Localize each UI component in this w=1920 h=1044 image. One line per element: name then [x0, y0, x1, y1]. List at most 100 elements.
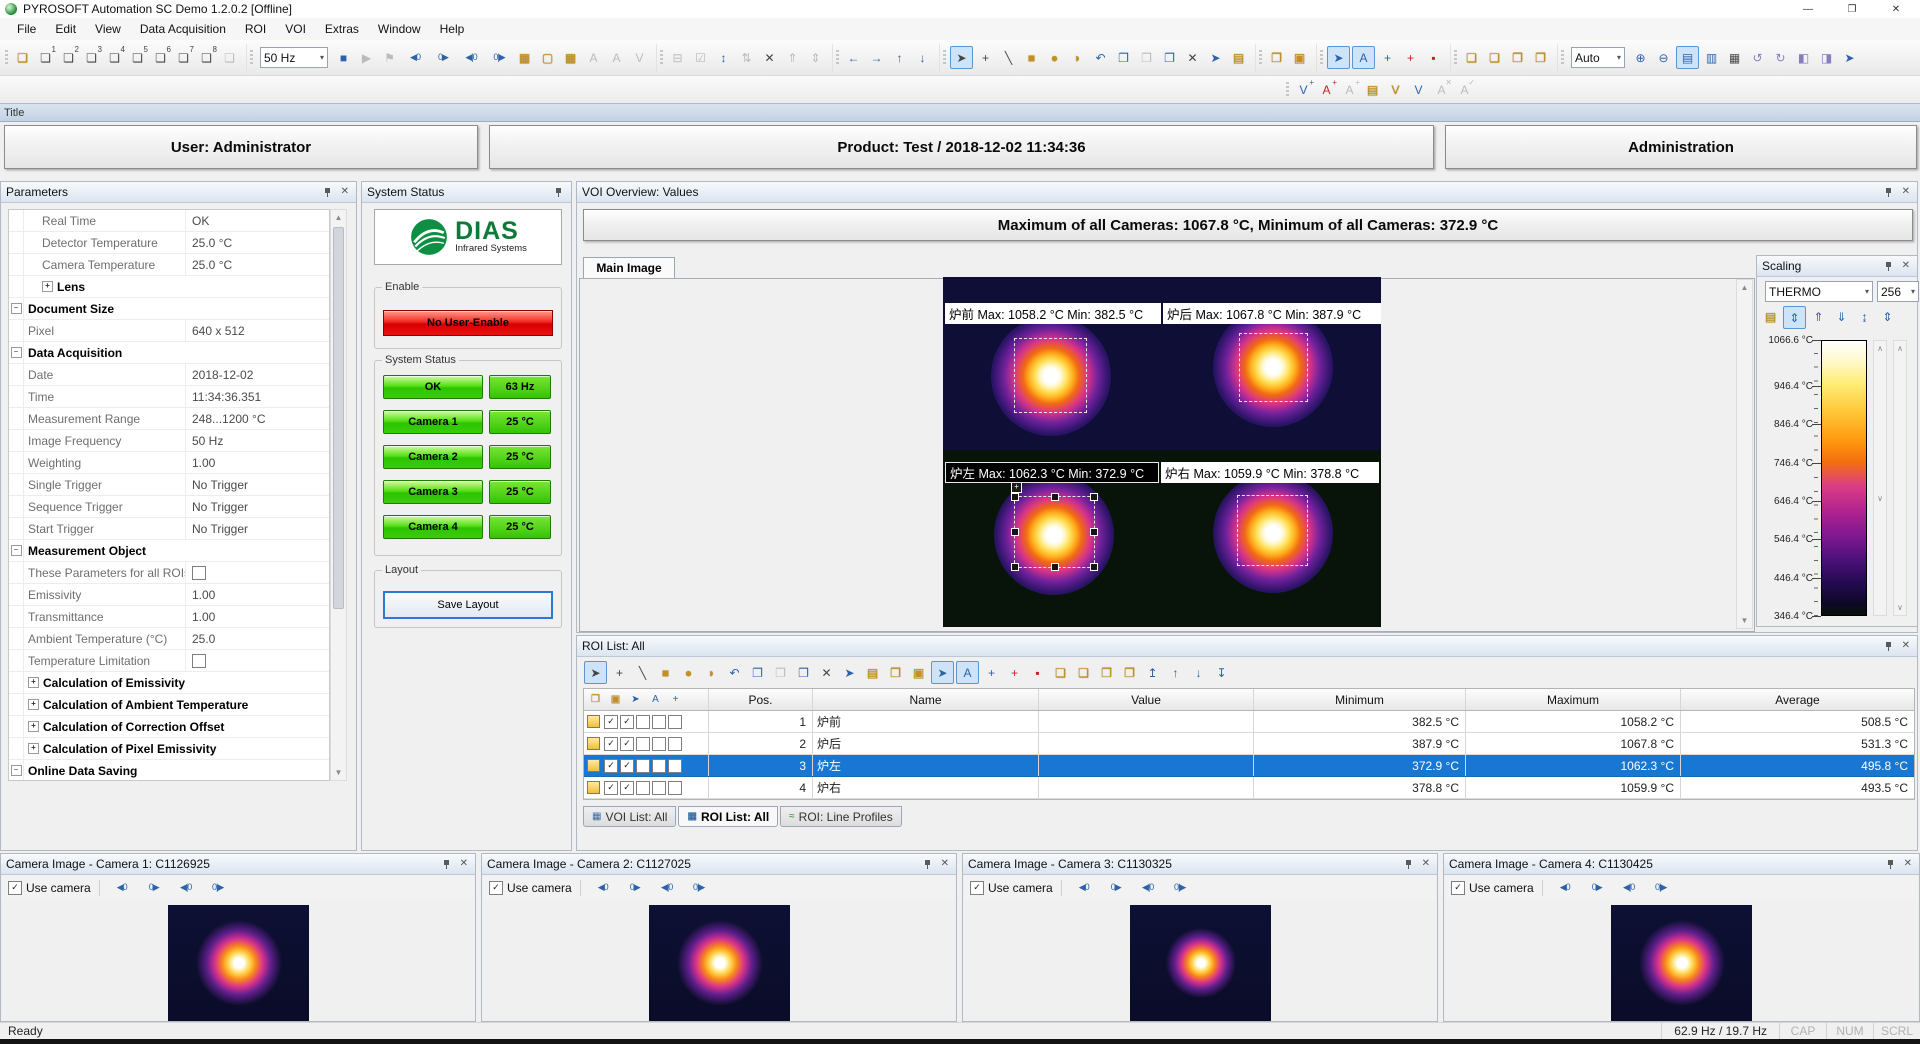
roi-row-checkbox[interactable]: ✓ [620, 737, 634, 751]
roi-row-checkbox[interactable] [668, 737, 682, 751]
paste-special-icon[interactable]: ❐ [1159, 47, 1180, 68]
voi-add-icon[interactable]: V+ [1293, 80, 1314, 101]
cam-next-frame-icon[interactable]: 0|▶ [1648, 877, 1674, 898]
scale-expand-icon[interactable]: ↨ [1854, 306, 1875, 327]
pin-icon[interactable] [923, 859, 933, 870]
parameter-value[interactable]: 25.0 [186, 628, 329, 649]
parameter-value[interactable] [186, 650, 329, 671]
window-export-icon[interactable]: ❏ [219, 47, 240, 68]
parameter-row[interactable]: Date2018-12-02 [9, 364, 329, 386]
delete-icon[interactable]: ✕ [1182, 47, 1203, 68]
scale-auto-icon[interactable]: ⇕ [1877, 306, 1898, 327]
close-icon[interactable]: ✕ [1902, 187, 1910, 197]
paste-icon[interactable]: ❐ [1136, 47, 1157, 68]
expand-icon[interactable]: + [28, 743, 39, 754]
roi-move-up-icon[interactable]: ↑ [1165, 662, 1186, 683]
save-image-icon[interactable]: ▢ [537, 47, 558, 68]
column-header-maximum[interactable]: Maximum [1466, 689, 1681, 710]
roi-col-add-icon[interactable]: + [667, 689, 684, 710]
scroll-up-icon[interactable]: ▲ [331, 210, 346, 225]
parameter-row[interactable]: Start TriggerNo Trigger [9, 518, 329, 540]
roi-save-icon[interactable]: ▣ [908, 662, 929, 683]
roi-move-top-icon[interactable]: ↥ [1142, 662, 1163, 683]
selection-handle[interactable] [1090, 528, 1098, 536]
no-user-enable-button[interactable]: No User-Enable [383, 310, 553, 336]
parameter-value[interactable]: 1.00 [186, 452, 329, 473]
close-icon[interactable]: ✕ [460, 859, 468, 869]
roi-alarm-icon[interactable]: ▪ [1027, 662, 1048, 683]
voi-open-icon[interactable]: V [1385, 80, 1406, 101]
open-icon[interactable]: ❒ [1266, 47, 1287, 68]
column-header-average[interactable]: Average [1681, 689, 1914, 710]
close-icon[interactable]: ✕ [1902, 641, 1910, 651]
use-camera-checkbox[interactable]: ✓ [970, 881, 984, 895]
roi-row-checkbox[interactable]: ✓ [604, 759, 618, 773]
roi-col-open-icon[interactable]: ❒ [587, 689, 604, 710]
roi-row-checkbox[interactable] [668, 759, 682, 773]
window-preset-2-icon[interactable]: ❏2 [58, 47, 79, 68]
parameter-value[interactable]: 11:34:36.351 [186, 386, 329, 407]
roi-add-alarm-icon[interactable]: + [1400, 47, 1421, 68]
value-export-icon[interactable]: V [629, 47, 650, 68]
levels-select[interactable]: 256 ▾ [1877, 281, 1919, 302]
roi-paste-special-icon[interactable]: ❐ [793, 662, 814, 683]
use-camera-checkbox[interactable]: ✓ [489, 881, 503, 895]
cam-first-frame-icon[interactable]: ◀0 [109, 877, 135, 898]
save-sequence-icon[interactable]: ▦ [514, 47, 535, 68]
spin-down-icon[interactable]: ∨ [1894, 600, 1906, 615]
parameter-row[interactable]: Emissivity1.00 [9, 584, 329, 606]
parameter-row[interactable]: Single TriggerNo Trigger [9, 474, 329, 496]
parameter-value[interactable]: 25.0 °C [186, 254, 329, 275]
pin-icon[interactable] [442, 859, 452, 870]
voi-save-icon[interactable]: V [1408, 80, 1429, 101]
flip-vertical-icon[interactable]: ◨ [1816, 47, 1837, 68]
tab-voi-list-all[interactable]: ▦VOI List: All [583, 806, 676, 827]
selection-handle[interactable] [1011, 493, 1019, 501]
roi-box-2[interactable] [1239, 333, 1308, 402]
nav-up-icon[interactable]: ↑ [889, 47, 910, 68]
parameter-row[interactable]: Transmittance1.00 [9, 606, 329, 628]
expand-icon[interactable]: + [42, 281, 53, 292]
parameter-value[interactable]: OK [186, 210, 329, 231]
roi-row-checkbox[interactable]: ✓ [620, 781, 634, 795]
seq-last-frame-icon[interactable]: 0▶ [430, 47, 456, 68]
camera-thermal-image[interactable] [168, 905, 309, 1021]
expand-icon[interactable]: + [28, 677, 39, 688]
tab-roi-line-profiles[interactable]: ≈ROI: Line Profiles [780, 806, 902, 827]
pin-icon[interactable] [1404, 859, 1414, 870]
parameter-value[interactable]: 640 x 512 [186, 320, 329, 341]
roi-temp-label-3[interactable]: 炉左 Max: 1062.3 °C Min: 372.9 °C [945, 462, 1159, 483]
parameter-row[interactable]: Pixel640 x 512 [9, 320, 329, 342]
copy-window-icon[interactable]: ❏ [12, 47, 33, 68]
collapse-icon[interactable]: − [11, 303, 22, 314]
close-icon[interactable]: ✕ [1422, 859, 1430, 869]
cam-last-frame-icon[interactable]: 0▶ [1103, 877, 1129, 898]
roi-draw-polygon-icon[interactable]: ◗ [701, 662, 722, 683]
menu-data-acquisition[interactable]: Data Acquisition [131, 19, 235, 39]
parameter-row[interactable]: −Document Size [9, 298, 329, 320]
roi-row-checkbox[interactable] [652, 781, 666, 795]
row-check-icon[interactable]: ☑ [690, 47, 711, 68]
pin-icon[interactable] [554, 187, 564, 198]
column-header-name[interactable]: Name [813, 689, 1039, 710]
roi-row-checkbox[interactable] [636, 759, 650, 773]
seq-prev-frame-icon[interactable]: ◀|0 [458, 47, 484, 68]
alarm-add-secondary-icon[interactable]: A+ [1339, 80, 1360, 101]
use-camera-checkbox[interactable]: ✓ [1451, 881, 1465, 895]
status-pill-camera-4[interactable]: Camera 4 [383, 515, 483, 539]
parameter-row[interactable]: −Measurement Object [9, 540, 329, 562]
parameter-row[interactable]: Image Frequency50 Hz [9, 430, 329, 452]
parameter-row[interactable]: Weighting1.00 [9, 452, 329, 474]
rotate-right-icon[interactable]: ↻ [1770, 47, 1791, 68]
parameter-row[interactable]: These Parameters for all ROIs [9, 562, 329, 584]
undo-icon[interactable]: ↶ [1090, 47, 1111, 68]
roi-temp-label-2[interactable]: 炉后 Max: 1067.8 °C Min: 387.9 °C [1163, 303, 1381, 324]
parameter-row[interactable]: −Data Acquisition [9, 342, 329, 364]
grid-icon[interactable]: ▦ [1724, 47, 1745, 68]
scale-max-spinner[interactable]: ∧ ∨ [1873, 340, 1887, 616]
cam-last-frame-icon[interactable]: 0▶ [1584, 877, 1610, 898]
column-header-pos[interactable]: Pos. [709, 689, 813, 710]
row-swap-icon[interactable]: ⇅ [736, 47, 757, 68]
menu-extras[interactable]: Extras [316, 19, 368, 39]
roi-move-bottom-icon[interactable]: ↧ [1211, 662, 1232, 683]
